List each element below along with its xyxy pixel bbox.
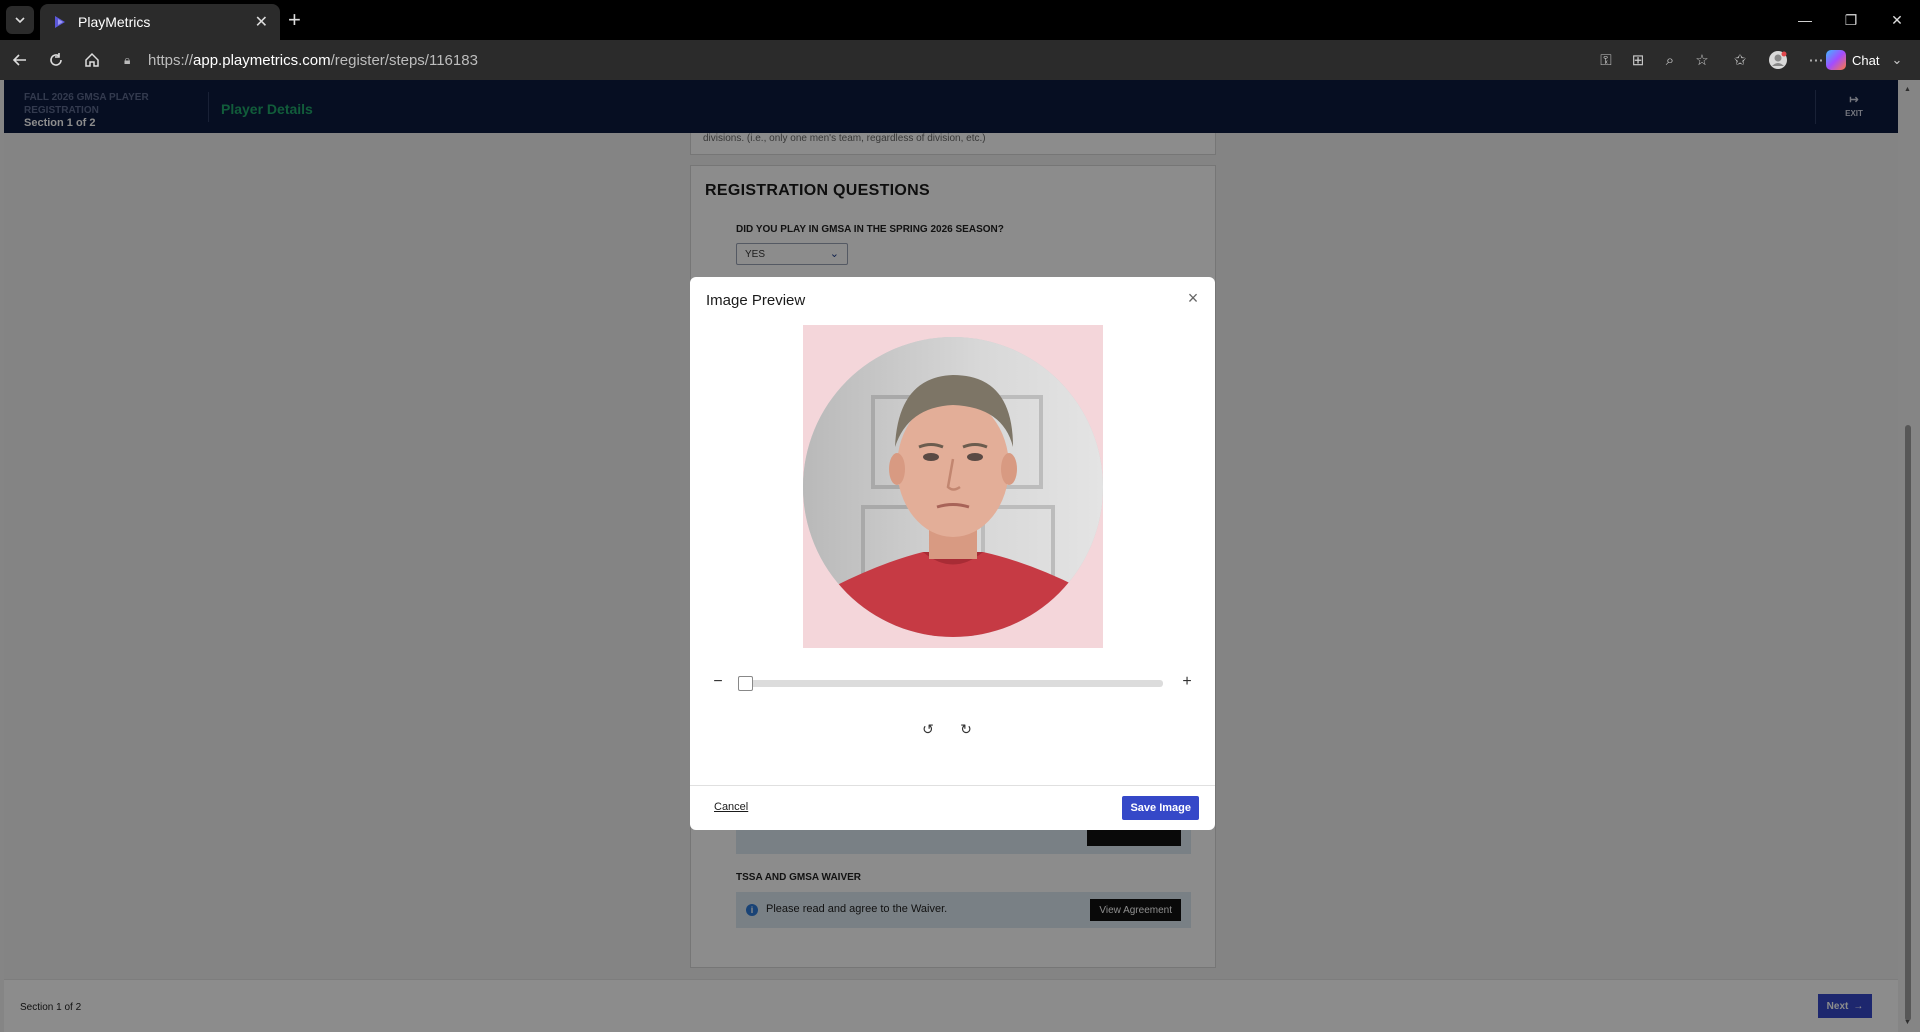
zoom-control: − + (710, 672, 1195, 696)
key-icon[interactable]: ⚿ (1594, 48, 1618, 72)
zoom-icon[interactable]: ⌕ (1658, 48, 1682, 72)
more-icon[interactable]: ⋯ (1804, 48, 1828, 72)
favorites-icon[interactable]: ✩ (1728, 48, 1752, 72)
modal-divider (690, 785, 1215, 786)
url-prefix: https:// (148, 51, 194, 69)
chat-button[interactable]: Chat ⌄ (1826, 48, 1902, 72)
window-close-icon[interactable]: ✕ (1874, 0, 1920, 40)
profile-icon[interactable] (1766, 48, 1790, 72)
window-controls: — ❐ ✕ (1782, 0, 1920, 40)
image-crop-area[interactable] (803, 325, 1103, 648)
browser-tab-bar: PlayMetrics ✕ + — ❐ ✕ (0, 0, 1920, 40)
plus-icon[interactable]: + (288, 8, 301, 32)
zoom-slider-thumb[interactable] (738, 676, 753, 691)
modal-title: Image Preview (706, 292, 806, 309)
refresh-icon[interactable] (44, 48, 68, 72)
minimize-icon[interactable]: — (1782, 0, 1828, 40)
rotate-controls: ↺ ↻ (920, 721, 974, 737)
chat-label: Chat (1852, 52, 1880, 68)
playmetrics-favicon-icon (52, 14, 68, 30)
browser-address-bar: 🔒︎ https://app.playmetrics.com/register/… (0, 40, 1920, 80)
apps-icon[interactable]: ⊞ (1626, 48, 1650, 72)
zoom-in-icon[interactable]: + (1179, 674, 1195, 690)
url-path: /register/steps/116183 (330, 51, 478, 69)
close-icon[interactable]: ✕ (255, 12, 268, 32)
url-host: app.playmetrics.com (193, 51, 331, 69)
image-preview-modal: Image Preview × − + ↺ ↻ Cancel Save Imag… (690, 277, 1215, 830)
player-photo (803, 337, 1103, 637)
chevron-down-icon[interactable]: ⌄ (1891, 52, 1902, 68)
home-icon[interactable] (80, 48, 104, 72)
rotate-right-icon[interactable]: ↻ (958, 721, 974, 737)
close-icon[interactable]: × (1185, 289, 1201, 307)
star-icon[interactable]: ☆ (1690, 48, 1714, 72)
browser-tab[interactable]: PlayMetrics ✕ (40, 4, 280, 40)
rotate-left-icon[interactable]: ↺ (920, 721, 936, 737)
copilot-icon (1826, 50, 1846, 70)
cancel-button[interactable]: Cancel (714, 801, 748, 813)
save-image-button[interactable]: Save Image (1122, 796, 1199, 820)
restore-icon[interactable]: ❐ (1828, 0, 1874, 40)
browser-toolbar-icons: ⚿ ⊞ ⌕ ☆ ✩ ⋯ (1594, 48, 1828, 72)
url-field[interactable]: 🔒︎ https://app.playmetrics.com/register/… (112, 45, 1592, 75)
tab-title: PlayMetrics (78, 14, 151, 30)
back-icon[interactable] (8, 48, 32, 72)
lock-icon: 🔒︎ (124, 53, 131, 67)
zoom-slider[interactable] (738, 676, 1163, 691)
tab-list-icon[interactable] (6, 6, 34, 34)
zoom-out-icon[interactable]: − (710, 674, 726, 690)
